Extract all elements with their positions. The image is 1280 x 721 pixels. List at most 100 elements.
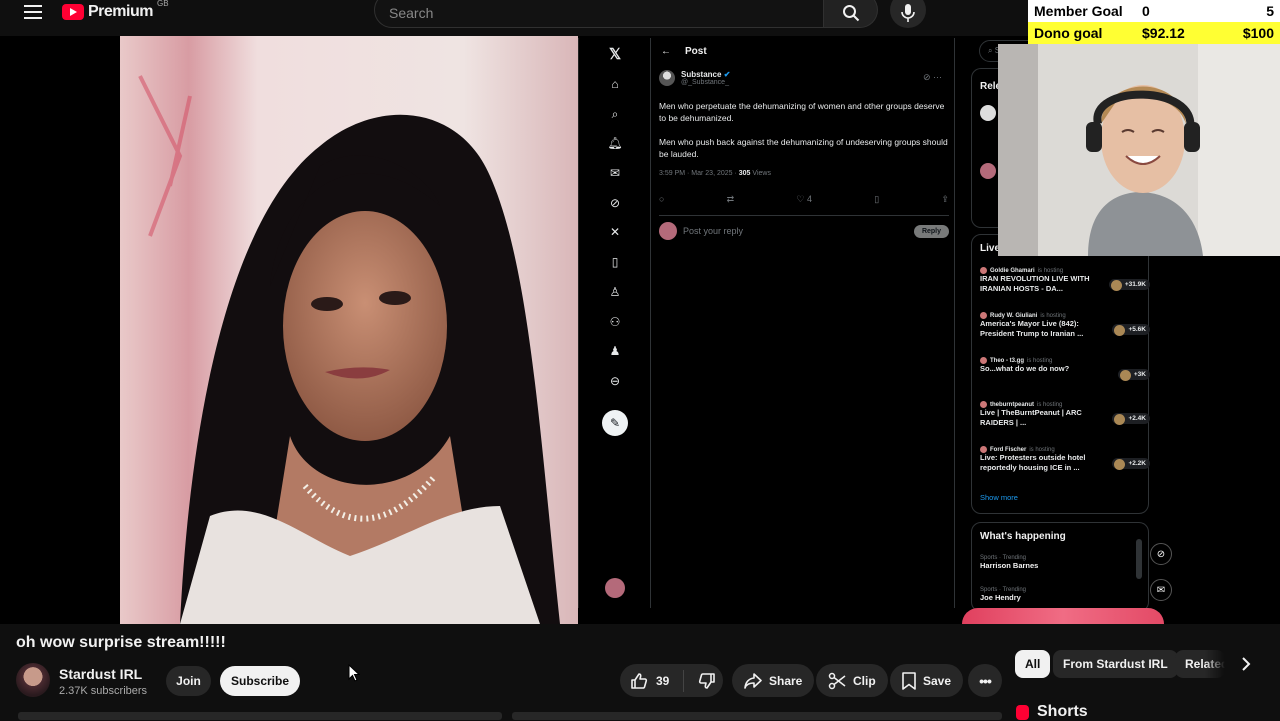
more-actions-button[interactable]: ••• bbox=[968, 664, 1002, 697]
description-box-edge bbox=[512, 712, 1002, 720]
messages-envelope-icon[interactable]: ✉ bbox=[607, 165, 623, 181]
relevant-avatar-1[interactable] bbox=[980, 105, 996, 121]
live-title: Live | TheBurntPeanut | ARC RAIDERS | ..… bbox=[980, 408, 1082, 427]
reply-composer[interactable]: Post your reply Reply bbox=[659, 222, 949, 240]
grok-icon[interactable]: ⊘ bbox=[607, 195, 623, 211]
dono-goal-current: $92.12 bbox=[1142, 25, 1185, 41]
notifications-bell-icon[interactable]: 🔔︎ bbox=[607, 135, 623, 151]
stream-goals-overlay: Member Goal 0 5 Dono goal $92.12 $100 bbox=[1028, 0, 1280, 44]
dono-goal-target: $100 bbox=[1242, 25, 1274, 41]
live-item[interactable]: Goldie Ghamari is hosting IRAN REVOLUTION… bbox=[980, 267, 1150, 294]
trend-more-icon[interactable] bbox=[1136, 539, 1142, 579]
heart-icon: ♡ bbox=[796, 194, 805, 204]
member-goal-row: Member Goal 0 5 bbox=[1028, 0, 1280, 22]
channel-avatar[interactable] bbox=[16, 663, 50, 697]
channel-name[interactable]: Stardust IRL bbox=[59, 666, 142, 682]
join-button[interactable]: Join bbox=[166, 666, 211, 696]
verified-badge-icon: ✔ bbox=[723, 70, 731, 79]
show-more-link[interactable]: Show more bbox=[980, 493, 1018, 502]
host-name: Ford Fischer bbox=[990, 446, 1027, 453]
reply-button[interactable]: Reply bbox=[913, 224, 949, 238]
more-options-icon[interactable]: ⊖ bbox=[607, 373, 623, 389]
profile-icon[interactable]: ♟ bbox=[607, 343, 623, 359]
bookmark-icon[interactable]: ▯ bbox=[874, 194, 879, 205]
live-item[interactable]: Theo - t3.gg is hosting So...what do we d… bbox=[980, 357, 1150, 381]
streamer-webcam-feed bbox=[998, 44, 1280, 256]
trend-name: Joe Hendry bbox=[980, 593, 1021, 602]
live-item[interactable]: theburntpeanut is hosting Live | TheBurnt… bbox=[980, 401, 1150, 428]
explore-search-icon[interactable]: ⌕ bbox=[607, 106, 623, 122]
communities-icon[interactable]: ⚇ bbox=[607, 314, 623, 330]
dono-goal-label: Dono goal bbox=[1034, 25, 1103, 41]
clip-button[interactable]: Clip bbox=[816, 664, 888, 697]
thumbs-up-icon bbox=[631, 672, 648, 689]
live-title: So...what do we do now? bbox=[980, 364, 1070, 373]
post-author[interactable]: Substance ✔ @_Substance_ bbox=[659, 70, 730, 86]
hamburger-menu-icon[interactable] bbox=[18, 0, 48, 24]
host-status: is hosting bbox=[1040, 312, 1066, 319]
author-avatar[interactable] bbox=[659, 70, 675, 86]
x-premium-icon[interactable]: ✕ bbox=[607, 224, 623, 240]
youtube-logo[interactable]: Premium GB bbox=[62, 0, 169, 24]
reply-avatar bbox=[659, 222, 677, 240]
live-listener-count: +2.2K bbox=[1112, 458, 1150, 470]
chip-related[interactable]: Related bbox=[1175, 650, 1225, 678]
live-item[interactable]: Ford Fischer is hosting Live: Protesters … bbox=[980, 446, 1150, 473]
live-listener-count: +2.4K bbox=[1112, 413, 1150, 425]
bookmarks-icon[interactable]: ▯ bbox=[607, 254, 623, 270]
back-arrow-icon[interactable]: ← bbox=[661, 46, 671, 57]
host-status: is hosting bbox=[1037, 267, 1064, 274]
comment-box-edge bbox=[18, 712, 502, 720]
live-title: Live: Protesters outside hotel reportedl… bbox=[980, 453, 1086, 472]
post-header: ← Post bbox=[661, 46, 707, 57]
live-listener-count: +5.6K bbox=[1112, 324, 1150, 336]
share-arrow-icon bbox=[744, 672, 762, 689]
trend-item[interactable]: Sports · Trending Harrison Barnes bbox=[980, 555, 1038, 570]
like-action[interactable]: ♡ 4 bbox=[796, 194, 812, 205]
repost-icon[interactable]: ⇄ bbox=[727, 194, 735, 205]
chips-next-arrow-icon[interactable] bbox=[1232, 650, 1260, 678]
share-icon[interactable]: ⇪ bbox=[941, 194, 949, 205]
x-post-column: ← Post Substance ✔ @_Substance_ ⊘ ··· Me… bbox=[651, 38, 955, 608]
x-logo-icon[interactable]: 𝕏 bbox=[607, 46, 623, 63]
like-count: 4 bbox=[807, 194, 813, 204]
subscribe-button[interactable]: Subscribe bbox=[220, 666, 300, 696]
search-input[interactable]: Search bbox=[374, 0, 824, 28]
trend-name: Harrison Barnes bbox=[980, 561, 1039, 570]
reply-input[interactable]: Post your reply bbox=[683, 226, 743, 236]
scissors-icon bbox=[828, 672, 846, 689]
jobs-icon[interactable]: ♙ bbox=[607, 284, 623, 300]
reply-icon[interactable]: ○ bbox=[659, 194, 664, 205]
search-icon bbox=[842, 5, 859, 22]
account-avatar[interactable] bbox=[605, 578, 625, 598]
like-button[interactable]: 39 bbox=[620, 669, 684, 692]
host-name: Goldie Ghamari bbox=[990, 267, 1035, 274]
host-status: is hosting bbox=[1029, 446, 1055, 453]
member-goal-current: 0 bbox=[1142, 3, 1150, 19]
post-views-count: 305 bbox=[738, 170, 751, 177]
post-more-icon[interactable]: ⊘ ··· bbox=[923, 72, 942, 83]
desk-background bbox=[962, 608, 1164, 624]
share-button[interactable]: Share bbox=[732, 664, 815, 697]
video-title: oh wow surprise stream!!!!! bbox=[16, 634, 226, 651]
compose-post-icon[interactable]: ✎ bbox=[602, 410, 628, 436]
search-button[interactable] bbox=[824, 0, 878, 28]
trend-item[interactable]: Sports · Trending Joe Hendry bbox=[980, 587, 1026, 602]
relevant-avatar-2[interactable] bbox=[980, 163, 996, 179]
voice-search-button[interactable] bbox=[890, 0, 926, 28]
live-item[interactable]: Rudy W. Giuliani is hosting America's May… bbox=[980, 312, 1150, 339]
guest-webcam-feed bbox=[120, 36, 578, 624]
host-status: is hosting bbox=[1027, 357, 1053, 364]
dono-goal-row: Dono goal $92.12 $100 bbox=[1028, 22, 1280, 44]
save-button[interactable]: Save bbox=[890, 664, 964, 697]
dislike-button[interactable] bbox=[691, 672, 723, 690]
post-timestamp: 3:59 PM · Mar 23, 2025 · bbox=[659, 170, 739, 177]
chip-all[interactable]: All bbox=[1015, 650, 1051, 678]
chip-from-channel[interactable]: From Stardust IRL bbox=[1053, 650, 1178, 678]
youtube-play-icon bbox=[62, 4, 84, 20]
host-avatar bbox=[980, 401, 987, 408]
messages-float-icon[interactable]: ✉ bbox=[1150, 579, 1172, 601]
home-icon[interactable]: ⌂ bbox=[607, 76, 623, 92]
grok-float-icon[interactable]: ⊘ bbox=[1150, 543, 1172, 565]
post-meta: 3:59 PM · Mar 23, 2025 · 305 Views bbox=[659, 170, 771, 177]
